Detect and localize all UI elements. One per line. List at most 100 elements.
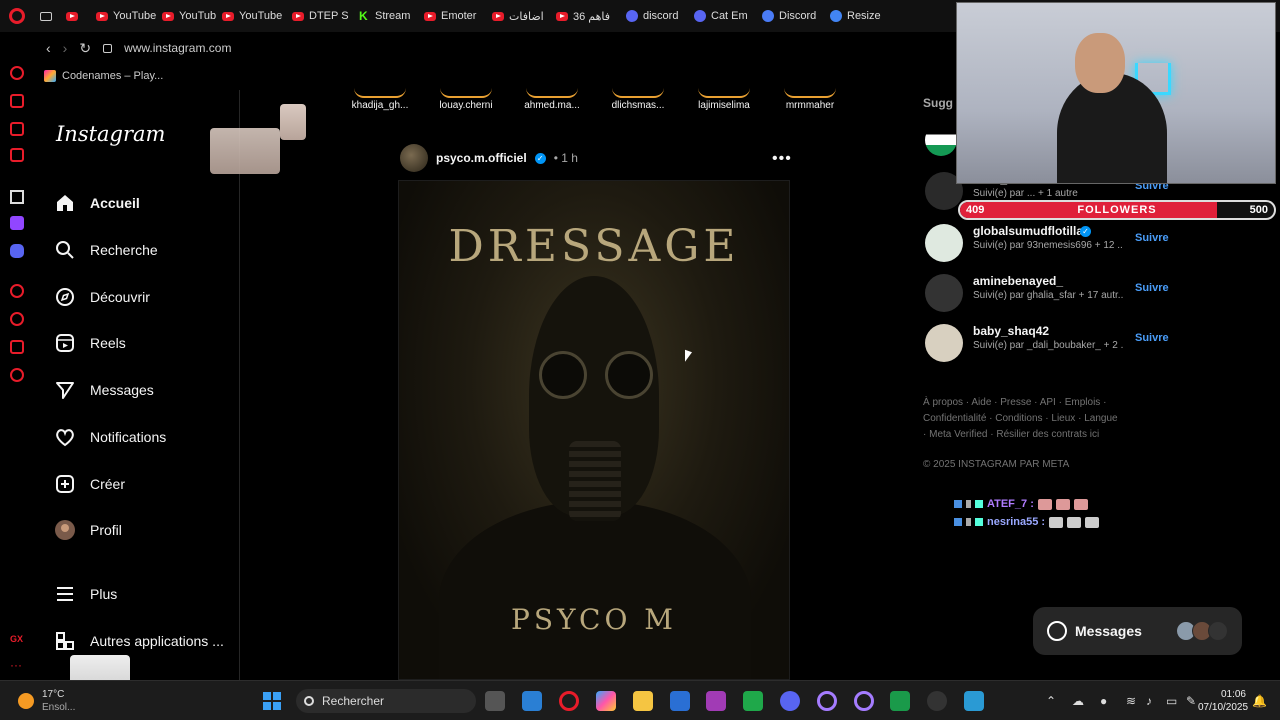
messenger-icon	[1047, 621, 1067, 641]
nav-notifications[interactable]: Notifications	[54, 417, 166, 457]
nav-reels[interactable]: Reels	[54, 323, 126, 363]
file-explorer-icon[interactable]	[633, 691, 653, 711]
sidebar-extensions-icon[interactable]	[10, 340, 24, 354]
nav-messages[interactable]: Messages	[54, 370, 154, 410]
tray-wifi-icon[interactable]: ≋	[1126, 694, 1136, 708]
follow-button[interactable]: Suivre	[1135, 232, 1169, 244]
follow-button[interactable]: Suivre	[1135, 282, 1169, 294]
sidebar-clock-icon[interactable]	[10, 312, 24, 326]
tray-mic-icon[interactable]: ●	[1100, 694, 1107, 708]
nav-profil[interactable]: Profil	[54, 510, 122, 550]
discord-icon[interactable]	[780, 691, 800, 711]
suggestion-avatar-flag[interactable]	[925, 124, 957, 156]
sidebar-m-icon[interactable]	[10, 148, 24, 162]
obs-icon[interactable]	[927, 691, 947, 711]
weather-temp: 17°C	[42, 689, 65, 700]
sidebar-tabs-icon[interactable]	[10, 122, 24, 136]
story-item[interactable]: dlichsmas...	[598, 88, 678, 111]
youtube-icon	[292, 11, 304, 21]
back-icon[interactable]: ‹	[46, 40, 51, 56]
windows-logo-icon	[273, 702, 281, 710]
store-icon[interactable]	[670, 691, 690, 711]
paint-icon[interactable]	[964, 691, 984, 711]
browser-tab[interactable]: YouTube	[90, 0, 156, 32]
suggestion-avatar[interactable]	[925, 324, 963, 362]
xbox-icon[interactable]	[743, 691, 763, 711]
sidebar-history-icon[interactable]	[10, 66, 24, 80]
opera-gx-icon[interactable]	[559, 691, 579, 711]
opera-icon[interactable]	[817, 691, 837, 711]
taskbar-clock[interactable]: 01:06 07/10/2025	[1198, 688, 1248, 714]
post-username[interactable]: psyco.m.officiel	[436, 151, 527, 165]
tray-volume-icon[interactable]: ♪	[1146, 694, 1152, 708]
suggestion-username[interactable]: baby_shaq42	[973, 324, 1049, 338]
browser-tab[interactable]: YouTube	[156, 0, 216, 32]
post-avatar[interactable]	[400, 144, 428, 172]
figure-shoulders	[439, 501, 751, 679]
sidebar-twitch-icon[interactable]	[10, 216, 24, 230]
sidebar-settings-icon[interactable]	[10, 368, 24, 382]
terminal-icon[interactable]	[890, 691, 910, 711]
tab-item[interactable]	[34, 0, 60, 32]
browser-tab[interactable]: اضافات	[486, 0, 550, 32]
album-artist: PSYCO M	[511, 603, 677, 636]
nav-more[interactable]: Plus	[54, 574, 117, 614]
url-field[interactable]: www.instagram.com	[124, 41, 231, 55]
story-item[interactable]: mrmmaher	[770, 88, 850, 111]
messages-floating-button[interactable]: Messages	[1033, 607, 1242, 655]
nav-accueil[interactable]: Accueil	[54, 183, 140, 223]
start-button[interactable]	[263, 692, 281, 710]
sidebar-discord-icon[interactable]	[10, 244, 24, 258]
nav-créer[interactable]: Créer	[54, 464, 125, 504]
forward-icon[interactable]: ›	[63, 40, 68, 56]
instagram-logo[interactable]: Instagram	[56, 122, 165, 146]
notification-bell-icon[interactable]: 🔔	[1252, 694, 1267, 708]
browser-tab[interactable]: Stream	[352, 0, 418, 32]
story-item[interactable]: louay.cherni	[426, 88, 506, 111]
browser-tab[interactable]: DTEP S	[286, 0, 352, 32]
tray-overflow-icon[interactable]: ⌃	[1046, 694, 1056, 708]
suggestion-subtext: Suivi(e) par 93nemesis696 + 12 ...	[973, 240, 1123, 251]
post-options-icon[interactable]: •••	[772, 150, 792, 168]
browser-tab[interactable]: Emoter	[418, 0, 486, 32]
taskview-icon[interactable]	[485, 691, 505, 711]
story-item[interactable]: ahmed.ma...	[512, 88, 592, 111]
taskbar-search[interactable]: Rechercher	[296, 689, 476, 713]
suggestion-username[interactable]: globalsumudflotilla	[973, 224, 1083, 238]
story-item[interactable]: lajimiselima	[684, 88, 764, 111]
copilot-icon[interactable]	[596, 691, 616, 711]
suggestion-avatar[interactable]	[925, 224, 963, 262]
browser-tab[interactable]: فاهم 36	[550, 0, 620, 32]
story-item[interactable]: khadija_gh...	[340, 88, 420, 111]
nav-recherche[interactable]: Recherche	[54, 230, 158, 270]
widgets-icon[interactable]	[522, 691, 542, 711]
instagram-app-icon[interactable]	[706, 691, 726, 711]
suggestion-avatar[interactable]	[925, 274, 963, 312]
suggestion-username[interactable]: aminebenayed_	[973, 274, 1063, 288]
opera-menu-button[interactable]	[0, 0, 34, 32]
sidebar-aria-icon[interactable]	[10, 94, 24, 108]
mask-filter	[569, 441, 621, 521]
reload-icon[interactable]: ↻	[79, 40, 91, 57]
browser-tab[interactable]: Discord	[756, 0, 824, 32]
sidebar-more-icon[interactable]: ···	[10, 658, 22, 672]
browser-tab[interactable]	[60, 0, 90, 32]
nav-découvrir[interactable]: Découvrir	[54, 277, 150, 317]
follow-button[interactable]: Suivre	[1135, 332, 1169, 344]
emote-icon	[1037, 498, 1052, 510]
plus-square-icon	[54, 473, 76, 495]
browser-tab[interactable]: discord	[620, 0, 688, 32]
tray-cloud-icon[interactable]: ☁	[1072, 694, 1084, 708]
bookmark-codenames[interactable]: Codenames – Play...	[62, 70, 163, 82]
browser-tab[interactable]: YouTube	[216, 0, 286, 32]
sidebar-gx-icon[interactable]: GX	[10, 634, 23, 644]
sidebar-player-icon[interactable]	[10, 284, 24, 298]
post-image[interactable]: DRESSAGE PSYCO M	[398, 180, 790, 680]
opera-icon[interactable]	[854, 691, 874, 711]
browser-tab[interactable]: Cat Em	[688, 0, 756, 32]
sidebar-aria-app-icon[interactable]	[10, 190, 24, 204]
tray-battery-icon[interactable]: ▭	[1166, 694, 1177, 708]
browser-tab[interactable]: Resize	[824, 0, 884, 32]
tray-edit-icon[interactable]: ✎	[1186, 694, 1196, 708]
footer-links[interactable]: À propos · Aide · Presse · API · Emplois…	[923, 395, 1123, 443]
